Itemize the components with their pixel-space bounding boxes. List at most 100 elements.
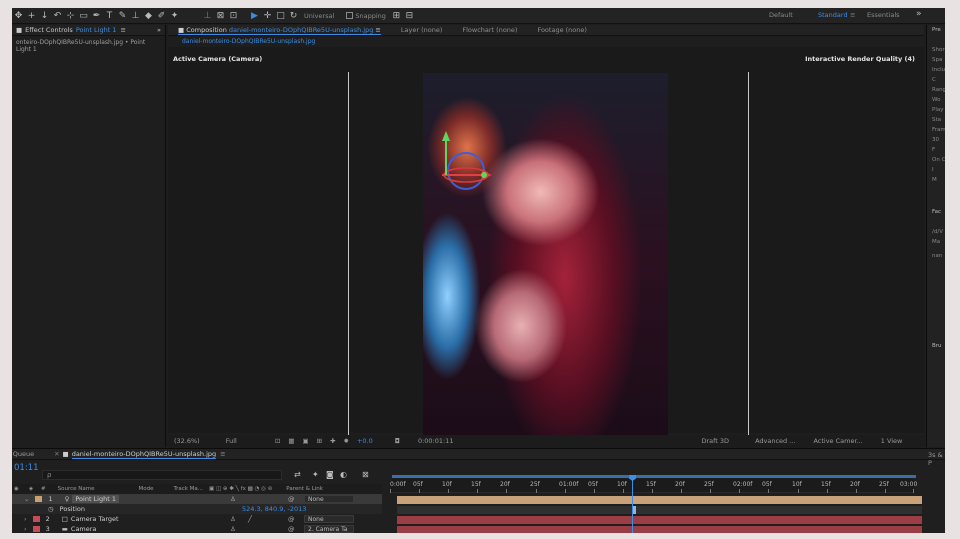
shy-switch-icon[interactable]: ♙ xyxy=(230,525,236,533)
renderer-label[interactable]: Draft 3D xyxy=(701,437,729,445)
exposure-icon[interactable]: ✹ xyxy=(344,437,349,445)
parent-link-column[interactable]: Parent & Link xyxy=(286,486,323,492)
source-name-column[interactable]: Source Name xyxy=(58,486,95,492)
panel-menu-icon[interactable]: ≡ xyxy=(220,450,225,458)
effect-controls-tab[interactable]: ■ Effect Controls Point Light 1 ≡ » xyxy=(12,25,165,36)
shy-switch-icon[interactable]: ♙ xyxy=(230,515,236,523)
layer-label-color[interactable] xyxy=(32,516,40,522)
parent-dropdown[interactable]: None xyxy=(304,495,354,503)
twirl-collapsed-icon[interactable]: › xyxy=(24,525,27,533)
tab-composition[interactable]: ■ Composition daniel-monteiro-DOphQIBRe5… xyxy=(178,26,381,35)
parent-pickwhip-icon[interactable]: @ xyxy=(288,495,295,503)
parent-dropdown[interactable]: None xyxy=(304,515,354,523)
twirl-expanded-icon[interactable]: ⌄ xyxy=(24,495,29,503)
move-tool-icon[interactable]: ✛ xyxy=(261,9,274,22)
mode-column[interactable]: Mode xyxy=(139,486,154,492)
shy-layers-icon[interactable]: ◙ xyxy=(326,470,334,479)
layer-name[interactable]: Camera Target xyxy=(71,515,119,523)
timeline-search-input[interactable]: ρ xyxy=(42,470,282,480)
faces-value[interactable]: Ma xyxy=(927,239,945,249)
include-checkbox[interactable]: C xyxy=(927,77,945,87)
stopwatch-icon[interactable]: ◷ xyxy=(48,505,54,513)
av-features-icon[interactable]: ◉ xyxy=(14,486,19,492)
camera-mode-dropdown[interactable]: Advanced ... xyxy=(755,437,795,445)
panel-overflow-icon[interactable]: » xyxy=(157,26,161,34)
active-camera-dropdown[interactable]: Active Camer... xyxy=(813,437,862,445)
layer-row-camera[interactable]: › 3 ▬ Camera ♙ @ 2. Camera Ta xyxy=(12,524,382,533)
workspace-menu-icon[interactable]: ≡ xyxy=(850,11,855,19)
clone-stamp-icon[interactable]: ⊥ xyxy=(129,9,142,22)
orbit-icon[interactable]: ⊹ xyxy=(64,9,77,22)
snap-grid-icon[interactable]: ⊟ xyxy=(403,9,416,22)
comp-mini-flowchart-icon[interactable]: ⇄ xyxy=(294,470,301,479)
property-track-position[interactable] xyxy=(397,506,922,514)
world-axis-icon[interactable]: ⊠ xyxy=(214,9,227,22)
rotate-icon[interactable]: ↶ xyxy=(51,9,64,22)
current-time-display[interactable]: 01:11 xyxy=(14,463,39,473)
property-row-position[interactable]: ◷ Position 524.3, 840.9, -2013 xyxy=(12,504,382,514)
layer-row-camera-target[interactable]: › 2 □ Camera Target ♙ ╱ @ None xyxy=(12,514,382,524)
lock-icon[interactable]: ■ xyxy=(16,26,22,34)
axis-mode-label[interactable]: Universal xyxy=(304,12,334,20)
frame-blending-icon[interactable]: ◐ xyxy=(340,470,347,479)
if-caching-checkbox[interactable]: I xyxy=(927,167,945,177)
lock-icon[interactable]: ■ xyxy=(178,26,184,34)
draft-3d-icon[interactable]: ✦ xyxy=(312,470,319,479)
time-ruler[interactable]: 0:00f 05f 10f 15f 20f 25f 01:00f 05f 10f 15f 20f 25… xyxy=(390,479,917,493)
exposure-value[interactable]: +0.0 xyxy=(357,437,373,445)
snapping-checkbox[interactable] xyxy=(346,12,354,19)
brush-tool-icon[interactable]: ✎ xyxy=(116,9,129,22)
frame-rate-value[interactable]: 30 xyxy=(927,137,945,147)
graph-editor-icon[interactable]: ⊠ xyxy=(362,470,369,479)
play-from-value[interactable]: Sta xyxy=(927,117,945,127)
zoom-dropdown[interactable]: (32.6%) xyxy=(174,437,200,445)
shy-switch-icon[interactable]: ♙ xyxy=(230,495,236,503)
local-axis-icon[interactable]: ⊥ xyxy=(201,9,214,22)
workspace-essentials[interactable]: Essentials xyxy=(867,11,900,19)
pen-tool-icon[interactable]: ✒ xyxy=(90,9,103,22)
hand-tool-icon[interactable]: ✥ xyxy=(12,9,25,22)
panel-menu-icon[interactable]: ≡ xyxy=(120,26,125,34)
scale-tool-icon[interactable]: □ xyxy=(274,9,287,22)
transparency-grid-icon[interactable]: ▦ xyxy=(288,437,294,445)
puppet-pin-icon[interactable]: ✦ xyxy=(168,9,181,22)
label-column-icon[interactable]: ◈ xyxy=(29,486,33,492)
twirl-collapsed-icon[interactable]: › xyxy=(24,515,27,523)
zoom-plus-icon[interactable]: + xyxy=(25,9,38,22)
workspace-overflow-icon[interactable]: » xyxy=(916,9,922,19)
composition-breadcrumb[interactable]: daniel-monteiro-DOphQIBRe5U-unsplash.jpg xyxy=(168,36,924,46)
close-icon[interactable]: ✕ xyxy=(54,450,59,458)
region-of-interest-icon[interactable]: ⊡ xyxy=(275,437,280,445)
tab-render-queue[interactable]: r Queue xyxy=(12,450,34,458)
view-axis-icon[interactable]: ⊡ xyxy=(227,9,240,22)
layer-bar-camera-target[interactable] xyxy=(397,516,922,524)
brushes-panel-title[interactable]: Bru xyxy=(927,343,945,353)
full-screen-checkbox[interactable]: F xyxy=(927,147,945,157)
layer-label-color[interactable] xyxy=(32,526,40,532)
snapshot-camera-icon[interactable]: ◘ xyxy=(395,437,400,445)
workspace-default[interactable]: Default xyxy=(769,11,793,19)
layer-bar-camera[interactable] xyxy=(397,526,922,533)
parent-dropdown[interactable]: 2. Camera Ta xyxy=(304,525,354,533)
light-3d-gizmo[interactable] xyxy=(436,129,496,199)
type-tool-icon[interactable]: T xyxy=(103,9,116,22)
layer-bar-point-light[interactable] xyxy=(397,496,922,504)
work-area-bar[interactable] xyxy=(392,475,916,478)
tab-layer[interactable]: Layer (none) xyxy=(401,26,442,34)
workspace-standard[interactable]: Standard xyxy=(818,11,848,19)
parent-pickwhip-icon[interactable]: @ xyxy=(288,525,295,533)
panel-menu-icon[interactable]: ≡ xyxy=(375,26,380,34)
faces-panel-title[interactable]: Fac xyxy=(927,209,945,219)
layer-row-point-light[interactable]: ⌄ 1 ♀ Point Light 1 ♙ @ None xyxy=(12,494,382,504)
layer-name[interactable]: Camera xyxy=(71,525,97,533)
position-value[interactable]: 524.3, 840.9, -2013 xyxy=(242,505,306,513)
layer-label-color[interactable] xyxy=(35,496,43,502)
guides-icon[interactable]: ⊞ xyxy=(317,437,322,445)
roto-brush-icon[interactable]: ✐ xyxy=(155,9,168,22)
resolution-dropdown[interactable]: Full xyxy=(226,437,237,445)
shortcut-value[interactable]: Spa xyxy=(927,57,945,67)
tab-footage[interactable]: Footage (none) xyxy=(537,26,586,34)
view-layout-dropdown[interactable]: 1 View xyxy=(881,437,903,445)
viewer-timecode[interactable]: 0:00:01:11 xyxy=(418,437,454,445)
tab-timeline-comp[interactable]: daniel-monteiro-DOphQIBRe5U-unsplash.jpg xyxy=(71,450,217,459)
